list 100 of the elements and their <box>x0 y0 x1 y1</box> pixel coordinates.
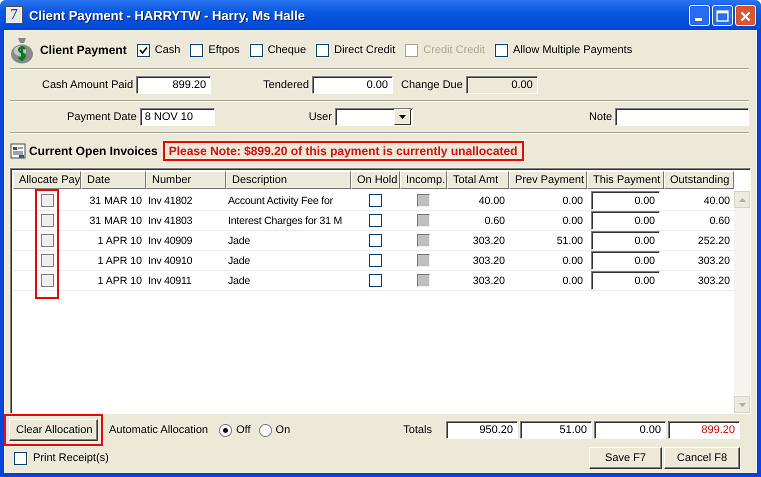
payment-type-checkbox[interactable]: Cheque <box>250 44 306 56</box>
field-label: Totals <box>403 424 432 436</box>
date-field[interactable]: 8 NOV 10 <box>140 108 215 126</box>
window-title: Client Payment - HARRYTW - Harry, Ms Halle <box>29 8 306 22</box>
table-cell-text: Inv 41802 <box>147 194 194 208</box>
table-cell-text: 40.00 <box>702 194 731 208</box>
table-cell-text: Inv 40911 <box>147 274 193 288</box>
column-header[interactable]: Allocate Pay <box>13 171 81 189</box>
print-receipt-checkbox[interactable]: Print Receipt(s) <box>14 452 109 464</box>
scrollbar[interactable] <box>734 191 750 413</box>
table-cell-text: 303.20 <box>696 254 731 268</box>
total-field: 950.20 <box>446 421 518 439</box>
table-cell-text: 0.60 <box>484 214 506 228</box>
section-title: Client Payment <box>40 43 127 57</box>
on-hold-checkbox[interactable] <box>369 274 382 287</box>
amount-field: 0.00 <box>466 76 538 94</box>
field-label: Cash Amount Paid <box>42 79 134 91</box>
column-header[interactable]: Outstanding <box>664 171 734 189</box>
clear-allocation-button[interactable]: Clear Allocation <box>9 419 98 441</box>
table-cell-text: 252.20 <box>696 234 731 248</box>
field-label: Change Due <box>401 79 463 91</box>
allocate-checkbox[interactable] <box>40 234 54 247</box>
payment-type-checkbox[interactable]: Cash <box>136 44 180 56</box>
table-cell-text: 303.20 <box>696 274 731 288</box>
table-cell-text: 31 MAR 10 <box>88 214 143 228</box>
money-bag-icon <box>10 36 34 64</box>
close-button[interactable] <box>735 4 756 26</box>
allocate-checkbox[interactable] <box>40 214 54 227</box>
payment-input[interactable]: 0.00 <box>591 251 660 270</box>
field-label: Automatic Allocation <box>109 424 208 436</box>
allocate-checkbox[interactable] <box>40 194 54 207</box>
table-cell-text: 0.00 <box>562 254 584 268</box>
table-cell-text: 51.00 <box>556 234 584 248</box>
total-field: 51.00 <box>520 421 592 439</box>
allocate-checkbox[interactable] <box>40 274 54 287</box>
field-label: User <box>308 111 332 123</box>
payment-input[interactable]: 0.00 <box>591 211 660 230</box>
table-cell-text: Inv 41803 <box>147 214 194 228</box>
table-cell-text: 0.60 <box>708 214 731 228</box>
column-header[interactable]: Total Amt <box>447 171 509 189</box>
on-hold-checkbox[interactable] <box>369 194 382 207</box>
section-title: Current Open Invoices <box>29 144 158 158</box>
table-cell-text: 0.00 <box>562 214 584 228</box>
table-cell-text: Interest Charges for 31 M <box>227 214 344 228</box>
table-cell-text: 1 APR 10 <box>96 254 143 268</box>
table-cell-text: Account Activity Fee for <box>227 194 334 208</box>
table-cell-text: 303.20 <box>472 234 506 248</box>
table-cell-text: Jade <box>227 234 251 248</box>
table-cell-text: Jade <box>227 274 251 288</box>
table-cell-text: 0.00 <box>562 194 584 208</box>
scroll-down-icon <box>738 402 746 406</box>
allocation-radio[interactable]: Off <box>219 424 251 436</box>
on-hold-checkbox[interactable] <box>369 254 382 267</box>
field-label: Payment Date <box>67 111 137 123</box>
column-header[interactable]: Prev Payment <box>509 171 587 189</box>
on-hold-checkbox[interactable] <box>369 234 382 247</box>
table-cell-text: 31 MAR 10 <box>88 194 143 208</box>
column-header[interactable]: Number <box>146 171 226 189</box>
table-cell-text: 1 APR 10 <box>96 274 143 288</box>
action-button[interactable]: Save F7 <box>589 447 662 469</box>
minimize-button[interactable] <box>689 4 710 26</box>
payment-input[interactable]: 0.00 <box>591 191 660 210</box>
user-dropdown[interactable] <box>334 108 413 126</box>
field-label: Note <box>588 111 612 123</box>
on-hold-checkbox[interactable] <box>369 214 382 227</box>
checkmark-icon <box>138 46 148 54</box>
action-button[interactable]: Cancel F8 <box>664 447 740 469</box>
table-cell-text: 303.20 <box>472 254 506 268</box>
note-field[interactable] <box>615 108 750 126</box>
minimize-icon <box>695 18 702 20</box>
scroll-up-icon <box>738 198 746 202</box>
payment-type-checkbox[interactable]: Eftpos <box>190 44 240 56</box>
total-field: 0.00 <box>594 421 666 439</box>
table-cell-text: 40.00 <box>478 194 506 208</box>
amount-field[interactable]: 899.20 <box>136 76 212 94</box>
table-cell-text: Inv 40909 <box>147 234 194 248</box>
column-header[interactable]: Date <box>81 171 146 189</box>
payment-type-checkbox[interactable]: Allow Multiple Payments <box>495 44 632 56</box>
app-icon: 7 <box>5 6 23 24</box>
allocation-radio[interactable]: On <box>258 424 290 436</box>
document-icon <box>10 143 26 159</box>
table-cell-text: 303.20 <box>472 274 506 288</box>
unallocated-notice: Please Note: $899.20 of this payment is currently unallocated <box>162 141 524 161</box>
payment-input[interactable]: 0.00 <box>591 271 660 290</box>
column-header[interactable]: Description <box>226 171 351 189</box>
table-cell-text: Inv 40910 <box>147 254 194 268</box>
payment-input[interactable]: 0.00 <box>591 231 660 250</box>
column-header[interactable]: This Payment <box>587 171 664 189</box>
table-cell-text: Jade <box>227 254 251 268</box>
table-cell-text: 1 APR 10 <box>96 234 143 248</box>
total-field: 899.20 <box>668 421 740 439</box>
maximize-button[interactable] <box>712 4 733 26</box>
table-cell-text: 0.00 <box>562 274 584 288</box>
column-header[interactable]: On Hold <box>351 171 400 189</box>
payment-type-checkbox[interactable]: Direct Credit <box>316 44 396 56</box>
field-label: Tendered <box>263 79 309 91</box>
allocate-checkbox[interactable] <box>40 254 54 267</box>
column-header[interactable]: Incomp. <box>400 171 447 189</box>
amount-field[interactable]: 0.00 <box>312 76 393 94</box>
caret-icon <box>398 115 406 119</box>
